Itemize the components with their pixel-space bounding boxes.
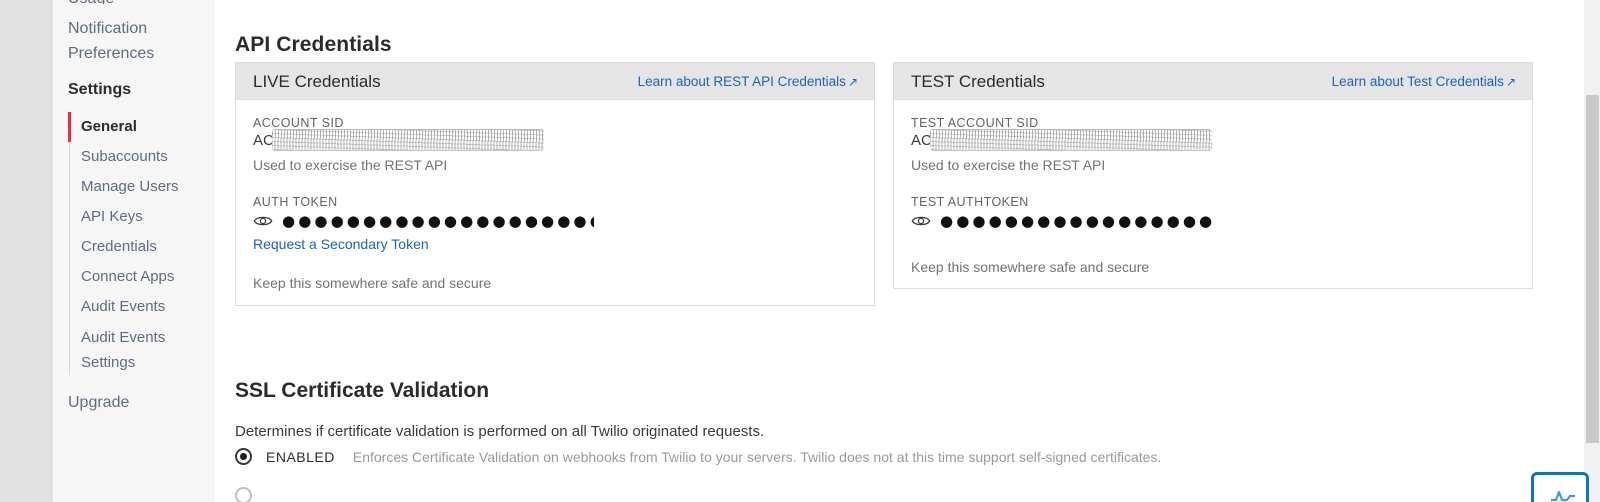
analytics-chart-icon bbox=[1549, 487, 1577, 502]
sidebar-item-general[interactable]: General bbox=[68, 112, 215, 142]
test-auth-token-row: ●●●●●●●●●●●●●●●●●●●●●●●●●●●●● bbox=[911, 210, 1515, 232]
request-secondary-token-link[interactable]: Request a Secondary Token bbox=[253, 236, 429, 252]
sidebar-section-settings[interactable]: Settings bbox=[68, 81, 131, 99]
vertical-scrollbar-track[interactable] bbox=[1584, 0, 1600, 502]
ssl-section-description: Determines if certificate validation is … bbox=[235, 423, 765, 440]
live-account-sid-value[interactable]: AC bbox=[253, 129, 857, 153]
sidebar-item-upgrade[interactable]: Upgrade bbox=[68, 394, 129, 412]
live-account-sid-help: Used to exercise the REST API bbox=[253, 157, 448, 173]
learn-about-rest-api-credentials-label: Learn about REST API Credentials bbox=[637, 74, 846, 89]
live-auth-token-label: AUTH TOKEN bbox=[253, 195, 338, 209]
sidebar-item-manage-users[interactable]: Manage Users bbox=[70, 172, 215, 202]
learn-about-test-credentials-label: Learn about Test Credentials bbox=[1331, 74, 1504, 89]
learn-about-rest-api-credentials-link[interactable]: Learn about REST API Credentials ↗ bbox=[638, 74, 858, 89]
floating-widget-panel[interactable] bbox=[1531, 472, 1589, 502]
sidebar-subnav: General Subaccounts Manage Users API Key… bbox=[68, 112, 215, 375]
page-title: API Credentials bbox=[235, 33, 392, 57]
sidebar: Usage Notification Preferences Settings … bbox=[53, 0, 215, 502]
redacted-sid-overlay bbox=[930, 129, 1212, 151]
test-card-body: TEST ACCOUNT SID AC Used to exercise the… bbox=[894, 100, 1532, 275]
test-account-sid-help: Used to exercise the REST API bbox=[911, 157, 1106, 173]
ssl-option-enabled-label: ENABLED bbox=[266, 448, 335, 465]
live-card-title: LIVE Credentials bbox=[253, 72, 381, 91]
sidebar-item-audit-events-settings[interactable]: Audit Events Settings bbox=[70, 322, 215, 375]
ssl-option-enabled-row[interactable]: ENABLED Enforces Certificate Validation … bbox=[235, 448, 1161, 465]
redacted-sid-overlay bbox=[272, 129, 544, 151]
sidebar-item-api-keys[interactable]: API Keys bbox=[70, 202, 215, 232]
sidebar-item-usage[interactable]: Usage bbox=[68, 0, 114, 4]
sidebar-item-connect-apps[interactable]: Connect Apps bbox=[70, 262, 215, 292]
eye-icon[interactable] bbox=[911, 214, 931, 228]
main-content: API Credentials LIVE Credentials Learn a… bbox=[215, 0, 1584, 502]
test-keep-safe-note: Keep this somewhere safe and secure bbox=[911, 259, 1150, 275]
live-account-sid-label: ACCOUNT SID bbox=[253, 116, 344, 130]
learn-about-test-credentials-link[interactable]: Learn about Test Credentials ↗ bbox=[1332, 74, 1516, 89]
left-rail bbox=[0, 0, 53, 502]
radio-disabled[interactable] bbox=[235, 487, 252, 502]
sidebar-item-notification-preferences[interactable]: Notification Preferences bbox=[68, 16, 154, 66]
live-auth-token-row: ●●●●●●●●●●●●●●●●●●●●●●●●●●●●●●●● bbox=[253, 210, 857, 232]
live-keep-safe-note: Keep this somewhere safe and secure bbox=[253, 275, 492, 291]
radio-enabled[interactable] bbox=[235, 448, 252, 465]
live-auth-token-masked-value[interactable]: ●●●●●●●●●●●●●●●●●●●●●●●●●●●●●●●● bbox=[282, 214, 594, 228]
test-account-sid-prefix: AC bbox=[911, 132, 932, 149]
test-account-sid-label: TEST ACCOUNT SID bbox=[911, 116, 1039, 130]
live-card-header: LIVE Credentials Learn about REST API Cr… bbox=[236, 63, 874, 100]
test-card-title: TEST Credentials bbox=[911, 72, 1045, 91]
vertical-scrollbar-thumb[interactable] bbox=[1586, 95, 1599, 443]
test-account-sid-value[interactable]: AC bbox=[911, 129, 1515, 153]
live-account-sid-prefix: AC bbox=[253, 132, 274, 149]
page-root: Usage Notification Preferences Settings … bbox=[0, 0, 1600, 502]
ssl-section-title: SSL Certificate Validation bbox=[235, 379, 490, 403]
sidebar-item-credentials[interactable]: Credentials bbox=[70, 232, 215, 262]
test-auth-token-label: TEST AUTHTOKEN bbox=[911, 195, 1029, 209]
eye-icon[interactable] bbox=[253, 214, 273, 228]
sidebar-item-subaccounts[interactable]: Subaccounts bbox=[70, 142, 215, 172]
external-link-arrow-icon: ↗ bbox=[1505, 75, 1516, 89]
sidebar-item-audit-events[interactable]: Audit Events bbox=[70, 292, 215, 322]
external-link-arrow-icon: ↗ bbox=[847, 75, 858, 89]
test-auth-token-masked-value[interactable]: ●●●●●●●●●●●●●●●●●●●●●●●●●●●●● bbox=[940, 214, 1212, 228]
ssl-option-enabled-description: Enforces Certificate Validation on webho… bbox=[352, 448, 1162, 465]
test-credentials-card: TEST Credentials Learn about Test Creden… bbox=[893, 62, 1533, 289]
test-card-header: TEST Credentials Learn about Test Creden… bbox=[894, 63, 1532, 100]
live-credentials-card: LIVE Credentials Learn about REST API Cr… bbox=[235, 62, 875, 306]
ssl-option-second-row[interactable] bbox=[235, 487, 266, 502]
live-card-body: ACCOUNT SID AC Used to exercise the REST… bbox=[236, 100, 874, 291]
